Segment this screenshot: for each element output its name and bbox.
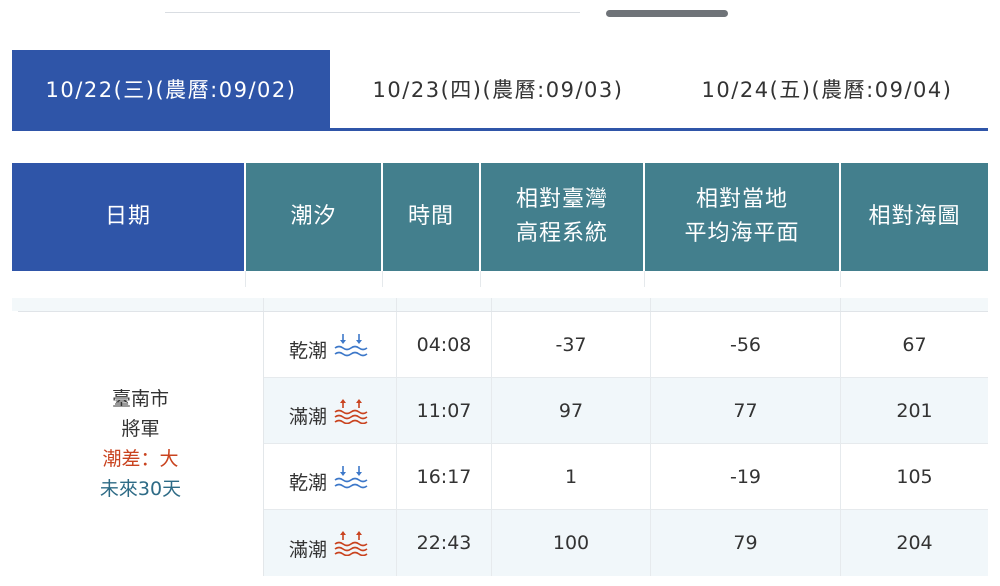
header-msl-line1: 相對當地	[695, 187, 788, 212]
table-row: 乾潮 16:17 1 -19 105	[264, 444, 988, 510]
time-cell: 11:07	[397, 378, 492, 443]
msl-cell: -19	[651, 444, 841, 509]
page: 10/22(三)(農曆:09/02) 10/23(四)(農曆:09/03) 10…	[0, 0, 1000, 586]
twvd-cell: 100	[492, 510, 651, 576]
tide-label: 滿潮	[288, 406, 327, 428]
twvd-cell: 97	[492, 378, 651, 443]
location-cell: 臺南市 將軍 潮差：大 未來30天	[18, 312, 264, 576]
header-msl: 相對當地 平均海平面	[645, 163, 841, 271]
high-tide-icon	[334, 531, 368, 556]
body-spacer	[12, 298, 988, 311]
tide-cell: 滿潮	[264, 378, 397, 443]
location-city: 臺南市	[111, 388, 169, 410]
tide-label: 滿潮	[288, 538, 327, 561]
header-twvd: 相對臺灣 高程系統	[481, 163, 645, 271]
header-twvd-line1: 相對臺灣	[515, 187, 608, 212]
header-twvd-line2: 高程系統	[515, 221, 608, 246]
table-row: 滿潮 22:43 100 79 204	[264, 510, 988, 576]
tide-range-label: 潮差：大	[102, 448, 179, 470]
time-cell: 22:43	[397, 510, 492, 576]
header-tide: 潮汐	[246, 163, 383, 271]
header-time: 時間	[383, 163, 481, 271]
header-spacer	[12, 271, 988, 287]
low-tide-icon	[334, 333, 368, 356]
table-row: 乾潮 04:08 -37 -56 67	[264, 312, 988, 378]
msl-cell: 79	[651, 510, 841, 576]
chart-datum-cell: 105	[896, 465, 933, 488]
forecast-30-days-link[interactable]: 未來30天	[100, 474, 181, 504]
tab-date-1022[interactable]: 10/22(三)(農曆:09/02)	[12, 50, 330, 128]
time-cell: 16:17	[397, 444, 492, 509]
date-tabs: 10/22(三)(農曆:09/02) 10/23(四)(農曆:09/03) 10…	[12, 50, 988, 131]
time-cell: 04:08	[397, 312, 492, 377]
msl-cell: -56	[651, 312, 841, 377]
location-station: 將軍	[121, 418, 160, 440]
msl-cell: 77	[651, 378, 841, 443]
twvd-cell: -37	[492, 312, 651, 377]
twvd-cell: 1	[492, 444, 651, 509]
tide-table-body: 臺南市 將軍 潮差：大 未來30天 乾潮 04:08 -37 -56 67 滿潮…	[18, 311, 988, 576]
header-date: 日期	[12, 163, 246, 271]
chart-datum-cell: 204	[896, 532, 933, 554]
tide-cell: 滿潮	[264, 510, 397, 576]
tide-cell: 乾潮	[264, 444, 397, 509]
header-chart-datum: 相對海圖	[841, 163, 988, 271]
table-header: 日期 潮汐 時間 相對臺灣 高程系統 相對當地 平均海平面 相對海圖	[12, 163, 988, 271]
tab-date-1024[interactable]: 10/24(五)(農曆:09/04)	[666, 50, 988, 128]
chart-datum-cell: 201	[896, 399, 933, 422]
chart-datum-cell: 67	[902, 333, 927, 356]
low-tide-icon	[334, 465, 368, 488]
tab-date-1023[interactable]: 10/23(四)(農曆:09/03)	[330, 50, 666, 128]
table-row: 滿潮 11:07 97 77 201	[264, 378, 988, 444]
tide-rows: 乾潮 04:08 -37 -56 67 滿潮 11:07 97 77 201 乾…	[264, 312, 988, 576]
tide-label: 乾潮	[288, 472, 327, 494]
header-msl-line2: 平均海平面	[684, 221, 800, 246]
tide-label: 乾潮	[288, 340, 327, 362]
high-tide-icon	[334, 398, 368, 424]
drag-handle[interactable]	[606, 10, 728, 17]
top-divider	[165, 12, 580, 13]
tide-cell: 乾潮	[264, 312, 397, 377]
